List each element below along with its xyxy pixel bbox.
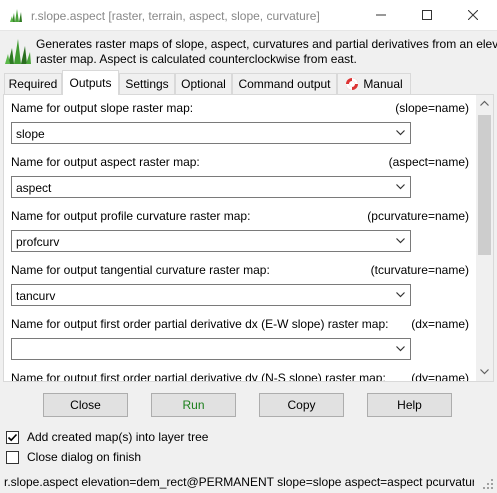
minimize-button[interactable] (358, 0, 403, 30)
chevron-down-icon (396, 130, 405, 136)
dx-key: (dx=name) (411, 317, 469, 331)
description-line-1: Generates raster maps of slope, aspect, … (36, 37, 497, 51)
slope-combo[interactable]: slope (11, 122, 411, 144)
add-to-layer-tree-option[interactable]: Add created map(s) into layer tree (6, 429, 208, 445)
chevron-down-icon (396, 238, 405, 244)
lifebuoy-icon (346, 78, 359, 90)
copy-button[interactable]: Copy (259, 393, 344, 417)
aspect-label: Name for output aspect raster map: (11, 155, 200, 169)
outputs-panel: Name for output slope raster map: (slope… (3, 94, 494, 382)
command-preview: r.slope.aspect elevation=dem_rect@PERMAN… (4, 475, 474, 489)
slope-label: Name for output slope raster map: (11, 101, 194, 115)
close-icon (467, 10, 478, 20)
checkmark-icon (7, 433, 18, 441)
description-line-2: raster map. Aspect is calculated counter… (36, 52, 357, 66)
close-on-finish-checkbox[interactable] (6, 450, 19, 464)
chevron-down-icon (396, 292, 405, 298)
window-title: r.slope.aspect [raster, terrain, aspect,… (31, 9, 320, 23)
grass-logo-icon (4, 36, 32, 66)
dx-label: Name for output first order partial deri… (11, 317, 389, 331)
dx-combo[interactable] (11, 338, 411, 360)
chevron-down-icon (396, 184, 405, 190)
maximize-button[interactable] (404, 0, 449, 30)
tab-optional[interactable]: Optional (175, 73, 232, 94)
pcurvature-combo[interactable]: profcurv (11, 230, 411, 252)
scrollbar-thumb[interactable] (478, 115, 491, 255)
maximize-icon (421, 10, 432, 20)
tcurvature-label: Name for output tangential curvature ras… (11, 263, 270, 277)
vertical-scrollbar[interactable] (476, 95, 493, 381)
chevron-down-icon (396, 346, 405, 352)
close-window-button[interactable] (450, 0, 495, 30)
aspect-combo[interactable]: aspect (11, 176, 411, 198)
aspect-key: (aspect=name) (388, 155, 469, 169)
tab-command-output[interactable]: Command output (232, 73, 337, 94)
minimize-icon (375, 14, 386, 16)
add-to-layer-tree-checkbox[interactable] (6, 430, 19, 444)
close-on-finish-label: Close dialog on finish (27, 450, 142, 464)
module-header: Generates raster maps of slope, aspect, … (0, 31, 497, 70)
grass-icon (10, 9, 22, 22)
dy-key: (dy=name) (411, 371, 469, 382)
slope-value: slope (16, 127, 45, 141)
pcurvature-label: Name for output profile curvature raster… (11, 209, 251, 223)
close-button[interactable]: Close (43, 393, 128, 417)
tab-manual-label: Manual (363, 77, 403, 91)
tab-outputs[interactable]: Outputs (62, 70, 119, 95)
tcurvature-value: tancurv (16, 289, 56, 303)
scroll-down-icon[interactable] (480, 369, 489, 375)
help-button[interactable]: Help (367, 393, 452, 417)
tab-manual[interactable]: Manual (337, 73, 411, 94)
dy-label: Name for output first order partial deri… (11, 371, 386, 382)
close-on-finish-option[interactable]: Close dialog on finish (6, 449, 141, 465)
tcurvature-combo[interactable]: tancurv (11, 284, 411, 306)
pcurvature-value: profcurv (16, 235, 60, 249)
pcurvature-key: (pcurvature=name) (367, 209, 469, 223)
run-button[interactable]: Run (151, 393, 236, 417)
tab-settings[interactable]: Settings (119, 73, 175, 94)
resize-grip-icon[interactable] (483, 479, 494, 490)
status-bar: r.slope.aspect elevation=dem_rect@PERMAN… (0, 472, 497, 493)
module-description: Generates raster maps of slope, aspect, … (36, 37, 497, 67)
slope-key: (slope=name) (395, 101, 469, 115)
tcurvature-key: (tcurvature=name) (370, 263, 469, 277)
add-to-layer-tree-label: Add created map(s) into layer tree (27, 430, 209, 444)
aspect-value: aspect (16, 181, 52, 195)
tab-required[interactable]: Required (4, 73, 62, 94)
title-bar: r.slope.aspect [raster, terrain, aspect,… (0, 0, 497, 31)
scroll-up-icon[interactable] (480, 100, 489, 106)
